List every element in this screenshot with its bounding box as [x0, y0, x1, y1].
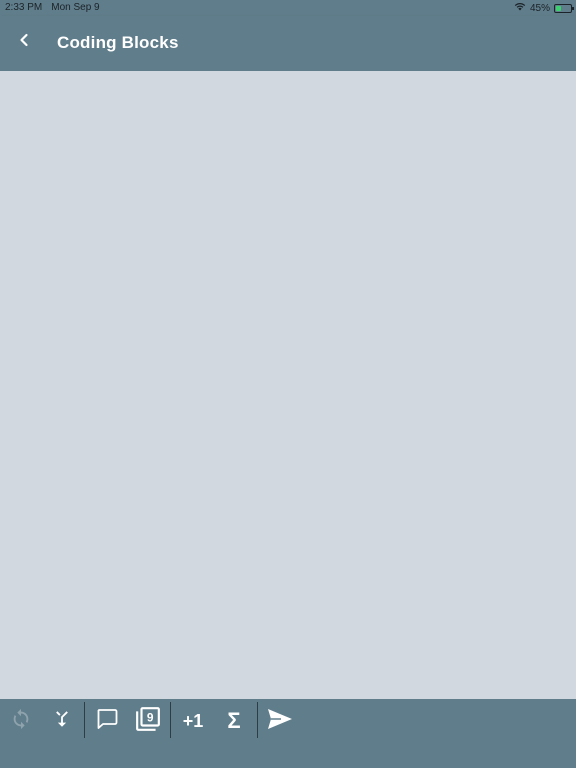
battery-charging-icon [554, 3, 574, 13]
send-icon [267, 707, 293, 736]
battery-percent: 45% [529, 2, 550, 14]
wifi-icon [514, 2, 526, 14]
merge-arrows-icon [51, 708, 73, 735]
toolbar-divider [84, 702, 85, 738]
status-bar: 2:33 PM Mon Sep 9 45% [0, 0, 576, 16]
comment-button[interactable] [90, 705, 124, 737]
battery-level-fill [556, 5, 562, 11]
status-date: Mon Sep 9 [51, 2, 100, 13]
comment-icon [95, 707, 119, 736]
content-area [0, 71, 576, 699]
back-button[interactable] [10, 28, 38, 56]
filter-9-icon: 9 [135, 706, 161, 737]
sigma-button[interactable]: Σ [217, 705, 251, 737]
app-bar: Coding Blocks [0, 16, 576, 71]
sigma-icon: Σ [227, 708, 241, 733]
filter-9-button[interactable]: 9 [131, 705, 165, 737]
refresh-icon [10, 708, 32, 735]
chevron-left-icon [18, 33, 30, 52]
refresh-button[interactable] [4, 705, 38, 737]
bottom-toolbar: 9 +1 Σ [0, 699, 576, 768]
filter-9-label: 9 [147, 710, 154, 724]
plus-one-button[interactable]: +1 [176, 705, 210, 737]
page-title: Coding Blocks [57, 33, 179, 52]
send-button[interactable] [263, 705, 297, 737]
toolbar-divider [170, 702, 171, 738]
plus-one-icon: +1 [182, 710, 204, 731]
merge-button[interactable] [45, 705, 79, 737]
toolbar-divider [257, 702, 258, 738]
status-time: 2:33 PM [5, 2, 43, 13]
